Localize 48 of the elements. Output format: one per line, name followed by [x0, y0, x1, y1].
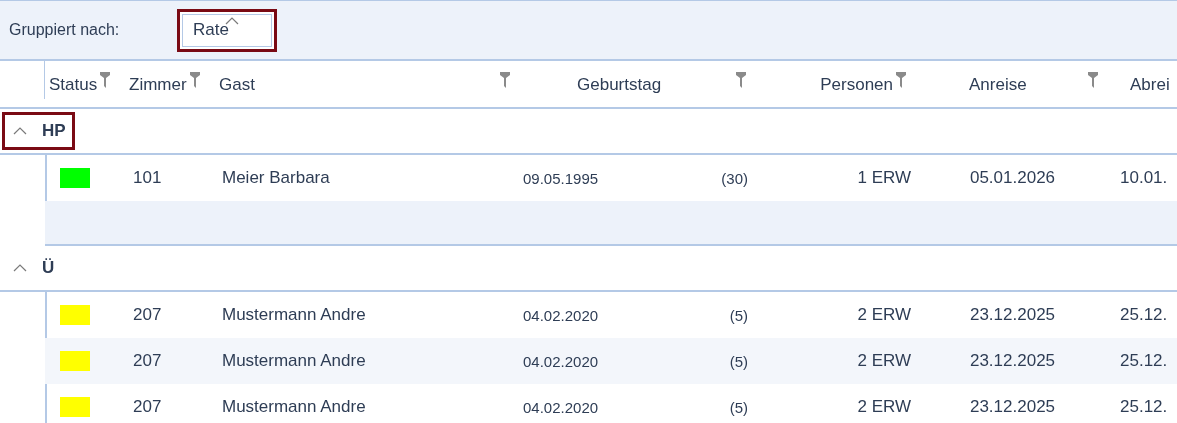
guest-name: Meier Barbara	[221, 168, 331, 188]
column-header[interactable]: Personen	[820, 75, 893, 95]
room-number: 207	[132, 305, 163, 325]
group-by-dropdown[interactable]: Rate	[177, 8, 277, 52]
persons-count: 2 ERW	[856, 397, 912, 417]
departure-date: 25.12.	[1119, 305, 1169, 325]
column-header[interactable]: Abrei	[1130, 75, 1170, 95]
filter-icon[interactable]	[500, 72, 510, 88]
birth-date: 04.02.2020	[523, 306, 599, 324]
column-header[interactable]: Gast	[219, 75, 255, 95]
age-text: (5)	[729, 306, 748, 324]
arrival-date: 05.01.2026	[968, 168, 1057, 188]
departure-date: 10.01.	[1119, 168, 1169, 188]
guest-name: Mustermann Andre	[221, 305, 367, 325]
arrival-date: 23.12.2025	[968, 397, 1057, 417]
chevron-up-icon[interactable]	[13, 127, 27, 135]
age-text: (30)	[721, 169, 748, 187]
persons-count: 1 ERW	[856, 168, 912, 188]
column-header[interactable]: Zimmer	[129, 75, 187, 95]
group-title: Ü	[42, 258, 55, 278]
column-header[interactable]: Geburtstag	[577, 75, 662, 95]
arrival-date: 23.12.2025	[968, 305, 1057, 325]
departure-date: 25.12.	[1119, 351, 1169, 371]
room-number: 207	[132, 351, 163, 371]
chevron-up-icon[interactable]	[225, 16, 239, 25]
age-text: (5)	[729, 398, 748, 416]
persons-count: 2 ERW	[856, 305, 912, 325]
guest-name: Mustermann Andre	[221, 397, 367, 417]
filter-icon[interactable]	[1088, 72, 1098, 88]
room-number: 101	[132, 168, 163, 188]
column-header[interactable]: Status	[49, 75, 98, 95]
group-by-label: Gruppiert nach:	[9, 21, 121, 39]
persons-count: 2 ERW	[856, 351, 912, 371]
filter-icon[interactable]	[896, 72, 906, 88]
age-text: (5)	[729, 352, 748, 370]
chevron-up-icon[interactable]	[13, 264, 27, 272]
guest-name: Mustermann Andre	[221, 351, 367, 371]
arrival-date: 23.12.2025	[968, 351, 1057, 371]
filter-icon[interactable]	[100, 72, 111, 88]
filter-icon[interactable]	[189, 72, 200, 88]
filter-icon[interactable]	[736, 72, 746, 88]
departure-date: 25.12.	[1119, 397, 1169, 417]
birth-date: 04.02.2020	[523, 352, 599, 370]
group-title: HP	[42, 121, 66, 141]
birth-date: 09.05.1995	[523, 169, 599, 187]
birth-date: 04.02.2020	[523, 398, 599, 416]
room-number: 207	[132, 397, 163, 417]
column-header[interactable]: Anreise	[969, 75, 1027, 95]
